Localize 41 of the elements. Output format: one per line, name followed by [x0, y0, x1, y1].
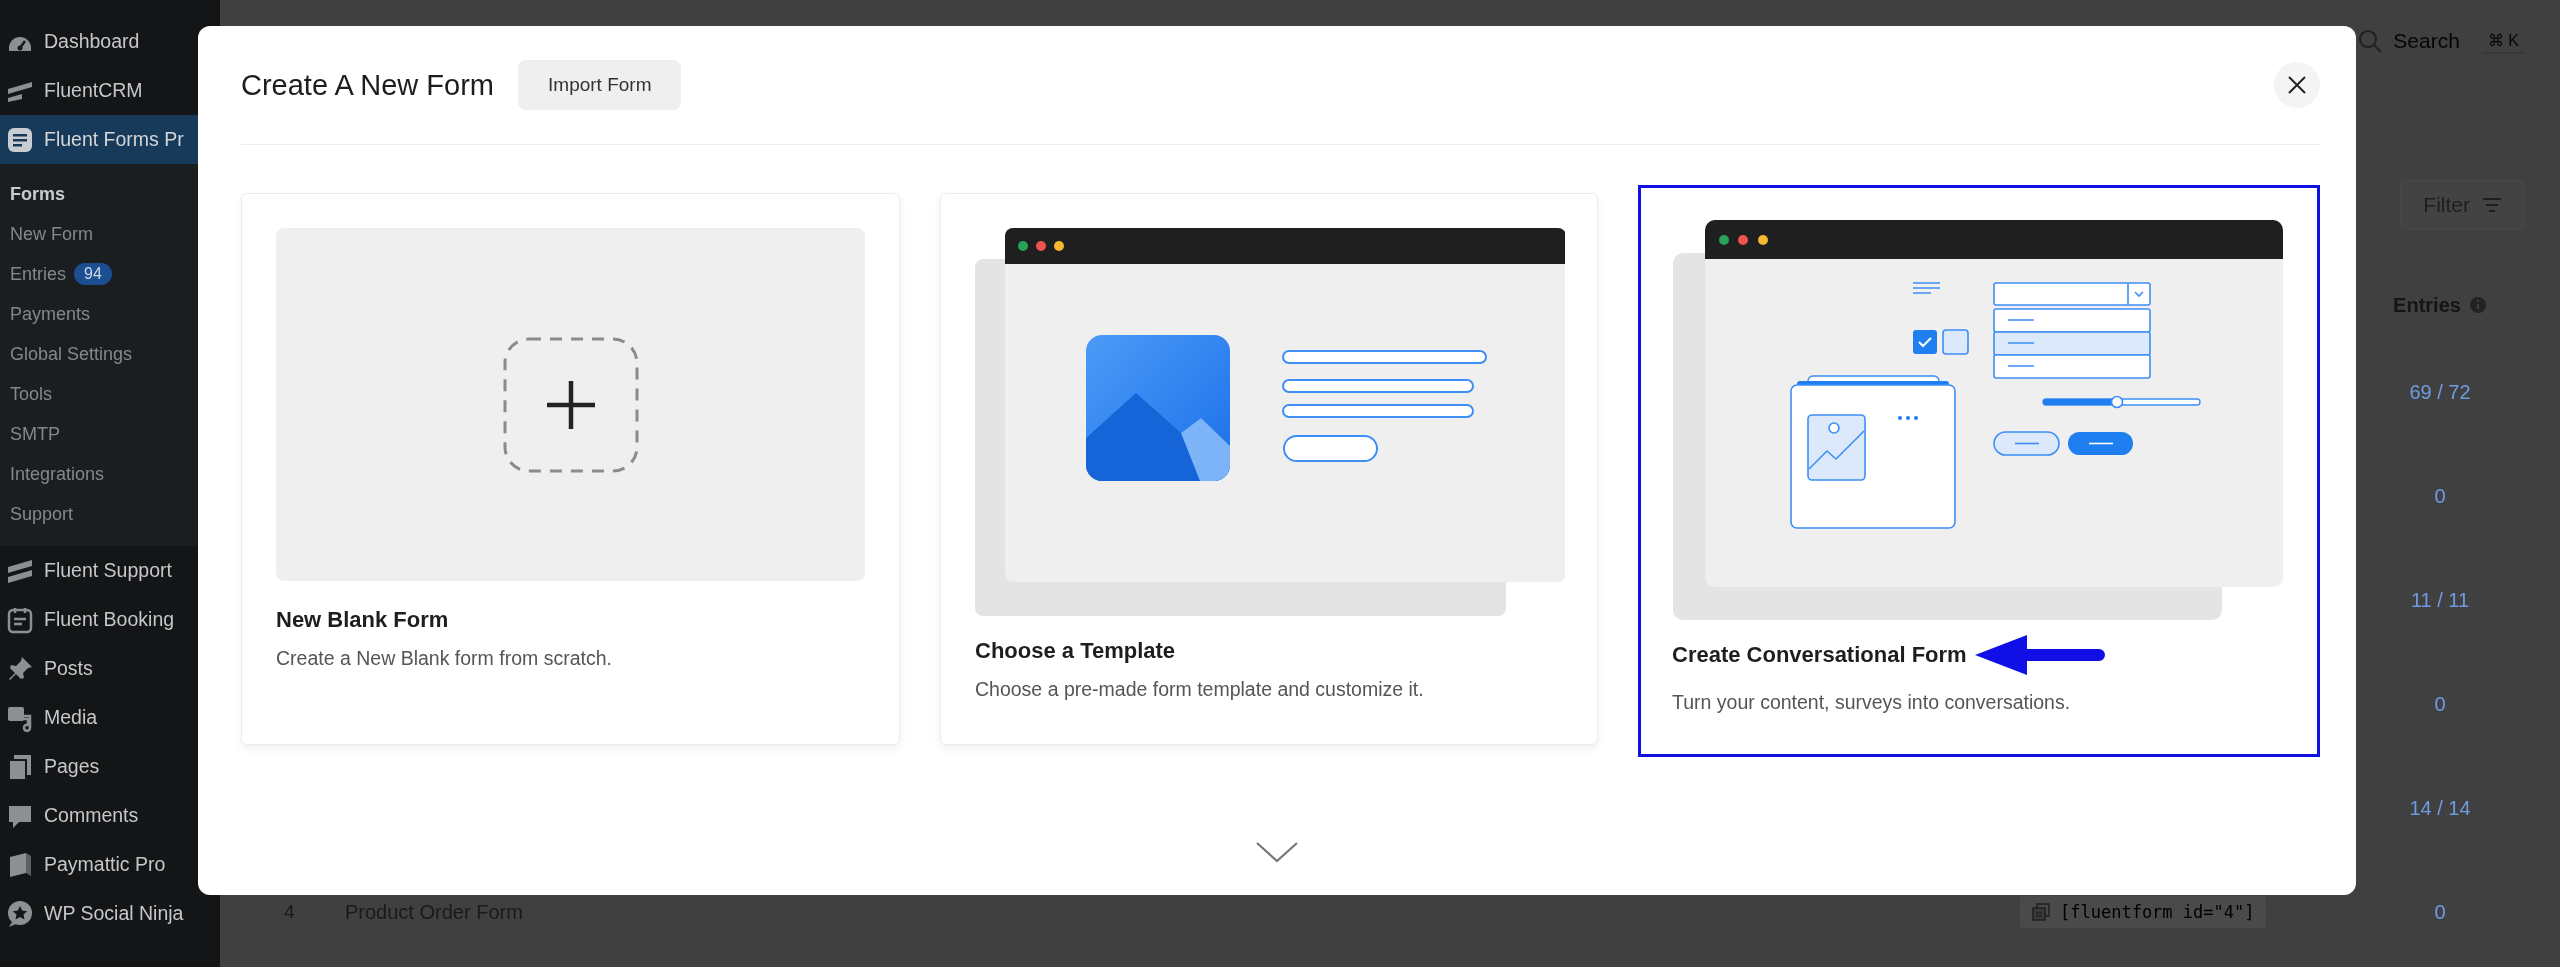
sidebar-item[interactable]: Posts [0, 644, 220, 693]
sidebar-item[interactable]: Fluent Booking [0, 595, 220, 644]
count-badge: 94 [74, 263, 112, 285]
plus-icon [502, 336, 639, 473]
sidebar-item[interactable]: WP Social Ninja [0, 889, 220, 938]
import-form-button[interactable]: Import Form [518, 60, 682, 110]
entries-link[interactable]: 0 [2434, 692, 2446, 716]
calendar-icon [6, 605, 34, 634]
sidebar-item[interactable]: Media [0, 693, 220, 742]
entries-link[interactable]: 0 [2434, 900, 2446, 924]
shortcut-key: ⌘ K [2481, 28, 2525, 54]
dialog-title: Create A New Form [241, 68, 495, 102]
card-title: Choose a Template [975, 638, 1176, 664]
option-card[interactable]: New Blank Form Create a New Blank form from scratch. [241, 193, 900, 745]
entries-link[interactable]: 14 / 14 [2409, 796, 2471, 820]
close-button[interactable] [2274, 62, 2320, 108]
chevron-down-icon [1255, 841, 1299, 863]
entries-link[interactable]: 69 / 72 [2409, 380, 2471, 404]
entries-link[interactable]: 0 [2434, 484, 2446, 508]
sidebar-item[interactable]: Fluent Support [0, 546, 220, 595]
sidebar-item[interactable]: FluentCRM [0, 66, 220, 115]
option-card[interactable]: Create Conversational Form Turn your content, surveys into conversations. [1638, 185, 2320, 757]
form-icon [6, 125, 34, 154]
search-icon [2357, 28, 2384, 54]
copy-icon [2032, 903, 2050, 921]
info-icon [2468, 296, 2487, 314]
card-title: Create Conversational Form [1672, 642, 1967, 668]
card-title: New Blank Form [276, 607, 449, 633]
card-description: Choose a pre-made form template and customize it. [975, 678, 1425, 701]
sidebar-item[interactable]: Dashboard [0, 17, 220, 66]
filter-icon [2482, 197, 2502, 213]
card-description: Turn your content, surveys into conversations. [1672, 691, 2072, 714]
entries-link[interactable]: 11 / 11 [2410, 588, 2470, 612]
sidebar-item[interactable]: Paymattic Pro [0, 840, 220, 889]
option-card[interactable]: Choose a Template Choose a pre-made form template and customize it. [940, 193, 1598, 745]
star-badge-icon [6, 899, 34, 928]
sidebar-item[interactable]: Comments [0, 791, 220, 840]
close-icon [2287, 75, 2307, 95]
card-description: Create a New Blank form from scratch. [276, 647, 613, 670]
submenu-item[interactable]: Entries 94 [0, 254, 220, 294]
sidebar-item[interactable]: Pages [0, 742, 220, 791]
